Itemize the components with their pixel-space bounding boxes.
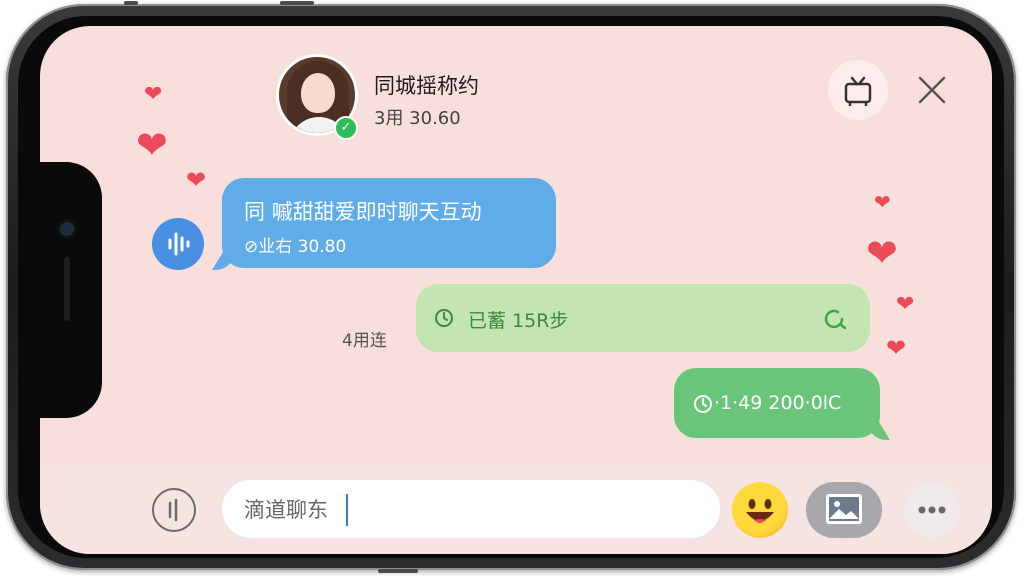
heart-icon: ❤ [874,190,891,214]
emoji-face-icon [746,499,774,523]
close-icon [918,76,946,104]
refresh-icon[interactable] [820,304,850,334]
message-input[interactable] [222,480,720,538]
emoji-button[interactable] [732,482,788,538]
message-meta: ⊘业右 30.80 [244,237,347,257]
message-bubble-outgoing-light[interactable]: 已蓄 15R步 [416,284,870,352]
voice-input-button[interactable] [152,488,196,532]
text-caret [346,494,348,526]
message-text: ·1·49 200·0lC [714,392,842,414]
sticker-button[interactable] [828,60,888,120]
avatar-face [301,73,335,113]
voice-message-button[interactable] [152,218,204,270]
heart-icon: ❤ [886,334,907,362]
input-bar [40,464,992,554]
image-button[interactable] [806,482,882,538]
more-button[interactable] [904,482,960,538]
message-text: 已蓄 15R步 [468,310,569,332]
voice-wave-icon [168,232,190,256]
phone-frame: ❤ ❤ ❤ ❤ ❤ ❤ ❤ ✓ 同城摇称约 3用 30.60 同 嘁甜甜爱即时聊… [6,1,1016,573]
heart-icon: ❤ [896,292,915,317]
clock-icon [694,395,712,413]
side-notch [40,162,102,418]
heart-icon: ❤ [186,166,207,194]
voice-input-icon [168,498,178,522]
close-button[interactable] [902,60,962,120]
heart-icon: ❤ [136,123,168,167]
front-camera [60,222,74,236]
heart-icon: ❤ [866,231,898,275]
message-timestamp: 4用连 [342,331,387,351]
message-bubble-outgoing[interactable]: ·1·49 200·0lC [674,368,880,438]
message-text: 同 嘁甜甜爱即时聊天互动 [244,200,482,224]
contact-status: 3用 30.60 [374,108,461,129]
tv-sticker-icon [844,76,872,106]
phone-side-button-top-2 [280,1,314,5]
phone-side-button-top [124,1,138,5]
heart-icon: ❤ [144,82,163,107]
chat-screen: ❤ ❤ ❤ ❤ ❤ ❤ ❤ ✓ 同城摇称约 3用 30.60 同 嘁甜甜爱即时聊… [40,26,992,554]
phone-side-button-bottom [378,569,418,573]
clock-icon [435,309,453,327]
image-icon [826,494,862,524]
message-bubble-incoming[interactable]: 同 嘁甜甜爱即时聊天互动 ⊘业右 30.80 [222,178,556,268]
check-badge-icon: ✓ [334,116,358,140]
contact-name: 同城摇称约 [374,74,479,98]
earpiece-speaker [64,257,70,321]
more-icon [918,506,946,514]
